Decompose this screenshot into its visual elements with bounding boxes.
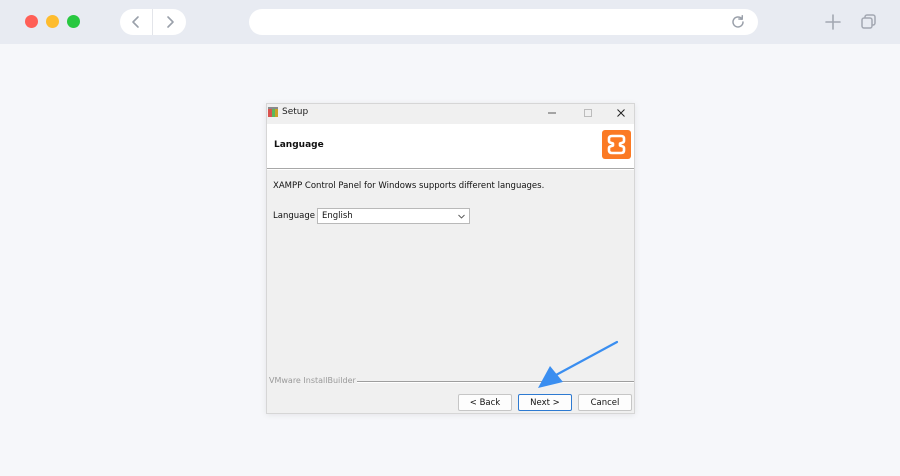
window-title: Setup xyxy=(282,107,309,117)
language-select-value: English xyxy=(322,211,353,221)
plus-icon[interactable] xyxy=(824,13,842,31)
forward-button[interactable] xyxy=(153,9,186,35)
footer-divider-highlight xyxy=(357,382,634,383)
title-bar: Setup xyxy=(267,104,634,124)
maximize-button[interactable] xyxy=(580,106,596,120)
next-button[interactable]: Next > xyxy=(518,394,572,411)
chevron-down-icon xyxy=(458,214,465,219)
minimize-button[interactable] xyxy=(544,106,560,120)
close-icon xyxy=(617,109,625,117)
language-label: Language xyxy=(273,211,315,221)
chevron-right-icon xyxy=(166,16,174,28)
reload-icon[interactable] xyxy=(730,14,746,30)
back-step-button[interactable]: < Back xyxy=(458,394,512,411)
setup-dialog: Setup Language XAMPP Control Panel for W… xyxy=(266,103,635,414)
minimize-icon xyxy=(548,112,556,114)
header-divider-highlight xyxy=(267,169,634,170)
close-button[interactable] xyxy=(613,106,629,120)
browser-toolbar xyxy=(0,0,900,44)
close-window-button[interactable] xyxy=(25,15,38,28)
zoom-window-button[interactable] xyxy=(67,15,80,28)
maximize-icon xyxy=(584,109,592,117)
nav-button-group xyxy=(120,9,186,35)
back-button[interactable] xyxy=(120,9,153,35)
tabs-icon[interactable] xyxy=(860,13,877,30)
minimize-window-button[interactable] xyxy=(46,15,59,28)
description-text: XAMPP Control Panel for Windows supports… xyxy=(273,181,545,191)
page-title: Language xyxy=(274,140,324,150)
installer-brand-text: VMware InstallBuilder xyxy=(269,376,356,385)
cancel-button[interactable]: Cancel xyxy=(578,394,632,411)
dialog-header: Language xyxy=(267,124,634,168)
installer-app-icon xyxy=(268,107,278,117)
chevron-left-icon xyxy=(132,16,139,28)
address-bar[interactable] xyxy=(249,9,758,35)
language-select[interactable]: English xyxy=(317,208,470,224)
xampp-logo-icon xyxy=(602,130,631,159)
